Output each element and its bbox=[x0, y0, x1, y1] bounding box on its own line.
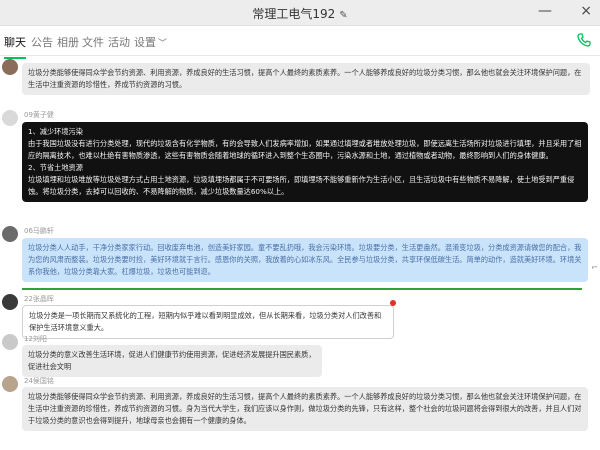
avatar[interactable] bbox=[2, 376, 18, 392]
tab-files[interactable]: 文件 bbox=[82, 34, 104, 50]
avatar[interactable] bbox=[2, 110, 18, 126]
message-text: 垃圾填埋和垃圾堆放等垃圾处理方式占用土地资源，垃圾填埋场都属于不可要场所，即填埋… bbox=[28, 175, 575, 196]
message-text: 垃圾分类能够使得同众学会节约资源、利用资源，养成良好的生活习惯，提高个人最终的素… bbox=[28, 68, 582, 89]
resize-handle-icon[interactable]: ⌐ bbox=[591, 263, 598, 272]
sender-name: 06马鹏轩 bbox=[24, 227, 54, 235]
pencil-icon[interactable]: ✎ bbox=[339, 10, 347, 21]
message-bubble[interactable]: 1、减少环境污染 由于我国垃圾没有进行分类处理，现代的垃圾含有化学物质，有的会导… bbox=[22, 122, 588, 202]
message-text: 由于我国垃圾没有进行分类处理，现代的垃圾含有化学物质，有的会导致人们发病率增加，… bbox=[28, 139, 582, 160]
chat-title[interactable]: 常理工电气192 ✎ bbox=[0, 5, 600, 22]
avatar[interactable] bbox=[2, 294, 18, 310]
tab-settings[interactable]: 设置 ﹀ bbox=[134, 34, 167, 50]
message-bubble[interactable]: 垃圾分类是一项长期而又系统化的工程，短期内似乎难以看到明显成效，但从长期来看，垃… bbox=[22, 305, 394, 339]
avatar[interactable] bbox=[2, 334, 18, 350]
tab-bar: 聊天 公告 相册 文件 活动 设置 ﹀ bbox=[0, 26, 600, 59]
message-bubble[interactable]: 垃圾分类能够使得同众学会节约资源、利用资源，养成良好的生活习惯，提高个人最终的素… bbox=[22, 387, 588, 431]
minimize-button[interactable]: — bbox=[538, 3, 552, 19]
unread-dot bbox=[390, 300, 396, 306]
tab-settings-label: 设置 bbox=[134, 36, 156, 49]
sender-name: 24侯国铭 bbox=[24, 377, 54, 385]
message-text: 垃圾分类人人动手，干净分类家家行动。回收废弃电池，创造美好家园。童不要乱扔哦，我… bbox=[28, 243, 582, 276]
sender-name: 22张晶晖 bbox=[24, 295, 54, 303]
avatar[interactable] bbox=[2, 226, 18, 242]
chat-title-text: 常理工电气192 bbox=[252, 7, 336, 21]
tab-announcement[interactable]: 公告 bbox=[31, 34, 53, 50]
message-text: 垃圾分类是一项长期而又系统化的工程，短期内似乎难以看到明显成效，但从长期来看，垃… bbox=[29, 311, 382, 332]
chevron-down-icon: ﹀ bbox=[158, 39, 168, 49]
message-text: 垃圾分类能够使得同众学会节约资源、利用资源，养成良好的生活习惯，提高个人最终的素… bbox=[28, 392, 582, 425]
message-bubble[interactable]: 垃圾分类能够使得同众学会节约资源、利用资源，养成良好的生活习惯，提高个人最终的素… bbox=[22, 63, 590, 95]
message-bubble[interactable]: 垃圾分类的意义改善生活环境，促进人们健康节约使用资源，促进经济发展提升国民素质，… bbox=[22, 345, 322, 377]
close-button[interactable]: × bbox=[580, 3, 592, 19]
sender-name: 12刘阳 bbox=[24, 335, 47, 343]
message-heading: 2、节省土地资源 bbox=[28, 163, 83, 172]
phone-icon[interactable] bbox=[576, 32, 592, 48]
message-heading: 1、减少环境污染 bbox=[28, 127, 83, 136]
message-bubble[interactable]: 垃圾分类人人动手，干净分类家家行动。回收废弃电池，创造美好家园。童不要乱扔哦，我… bbox=[22, 238, 588, 282]
chat-history[interactable]: 垃圾分类能够使得同众学会节约资源、利用资源，养成良好的生活习惯，提高个人最终的素… bbox=[0, 57, 600, 450]
selection-underline bbox=[22, 288, 582, 290]
tab-chat[interactable]: 聊天 bbox=[4, 34, 26, 59]
message-text: 垃圾分类的意义改善生活环境，促进人们健康节约使用资源，促进经济发展提升国民素质，… bbox=[28, 350, 316, 371]
tab-activity[interactable]: 活动 bbox=[108, 34, 130, 50]
window-titlebar: 常理工电气192 ✎ — × bbox=[0, 0, 600, 26]
tab-album[interactable]: 相册 bbox=[57, 34, 79, 50]
sender-name: 09黄子健 bbox=[24, 111, 54, 119]
avatar[interactable] bbox=[2, 59, 18, 75]
